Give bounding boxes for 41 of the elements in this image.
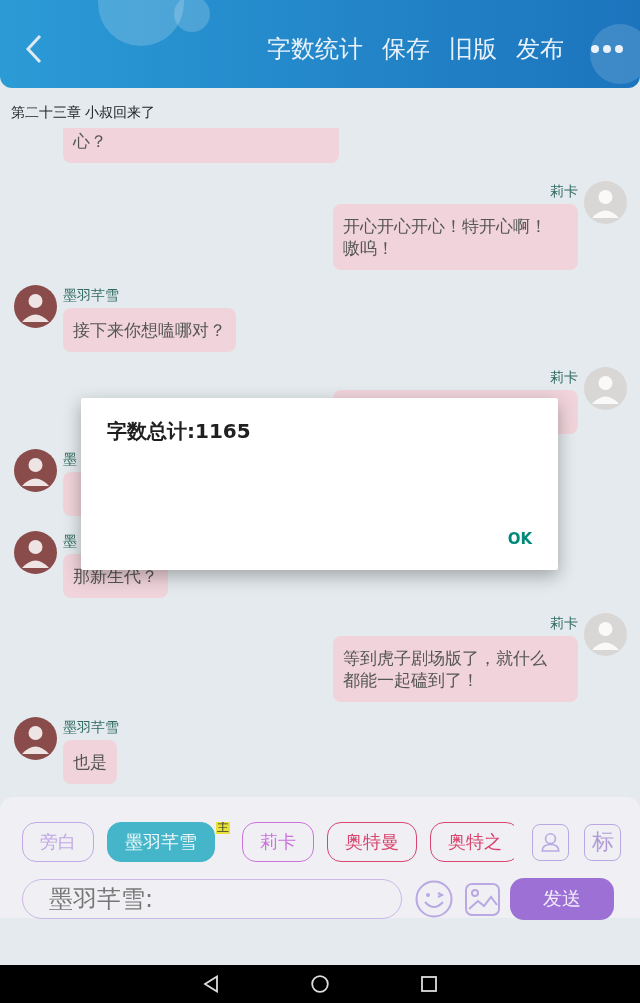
- tag-button[interactable]: 标: [584, 823, 621, 861]
- sender-name: 莉卡: [550, 614, 578, 633]
- message-bubble: 开心开心开心！特开心啊！嗷呜！: [333, 204, 578, 270]
- sender-name: 墨: [63, 450, 77, 469]
- sender-name: 莉卡: [550, 182, 578, 201]
- message-bubble: 也是: [63, 740, 117, 784]
- message-bubble: 等到虎子剧场版了，就什么都能一起磕到了！: [333, 636, 578, 702]
- character-chip[interactable]: 奥特曼: [327, 822, 417, 862]
- sender-name: 莉卡: [550, 368, 578, 387]
- avatar-icon: [584, 613, 627, 656]
- back-icon[interactable]: [203, 975, 219, 993]
- avatar-icon: [14, 285, 57, 328]
- emoji-icon[interactable]: [415, 880, 453, 918]
- input-field[interactable]: 墨羽芊雪:: [22, 879, 402, 919]
- character-chip[interactable]: 旁白: [22, 822, 94, 862]
- message-bubble: 心？: [63, 128, 339, 163]
- character-chip[interactable]: 墨羽芊雪: [107, 822, 215, 862]
- avatar-icon: [584, 367, 627, 410]
- ok-button[interactable]: OK: [497, 524, 542, 554]
- header-action[interactable]: 发布: [516, 33, 564, 65]
- avatar-icon: [14, 717, 57, 760]
- character-chip[interactable]: 莉卡: [242, 822, 314, 862]
- message-bubble: 接下来你想嗑哪对？: [63, 308, 236, 352]
- sender-name: 墨: [63, 532, 77, 551]
- header-action[interactable]: 字数统计: [267, 33, 363, 65]
- sender-name: 墨羽芊雪: [63, 286, 119, 305]
- send-button[interactable]: 发送: [510, 878, 614, 920]
- avatar-icon: [14, 449, 57, 492]
- dialog-message: 字数总计:1165: [107, 418, 251, 445]
- decoration-drawing: [590, 24, 640, 84]
- avatar-icon: [584, 181, 627, 224]
- header-action[interactable]: 旧版: [449, 33, 497, 65]
- image-icon[interactable]: [465, 882, 500, 916]
- recents-icon[interactable]: [421, 976, 437, 992]
- home-icon[interactable]: [311, 975, 329, 993]
- sender-name: 墨羽芊雪: [63, 718, 119, 737]
- more-icon[interactable]: [590, 44, 624, 54]
- avatar-icon: [14, 531, 57, 574]
- chapter-title: 第二十三章 小叔回来了: [10, 103, 157, 122]
- character-button[interactable]: [532, 823, 569, 861]
- header-action[interactable]: 保存: [382, 33, 430, 65]
